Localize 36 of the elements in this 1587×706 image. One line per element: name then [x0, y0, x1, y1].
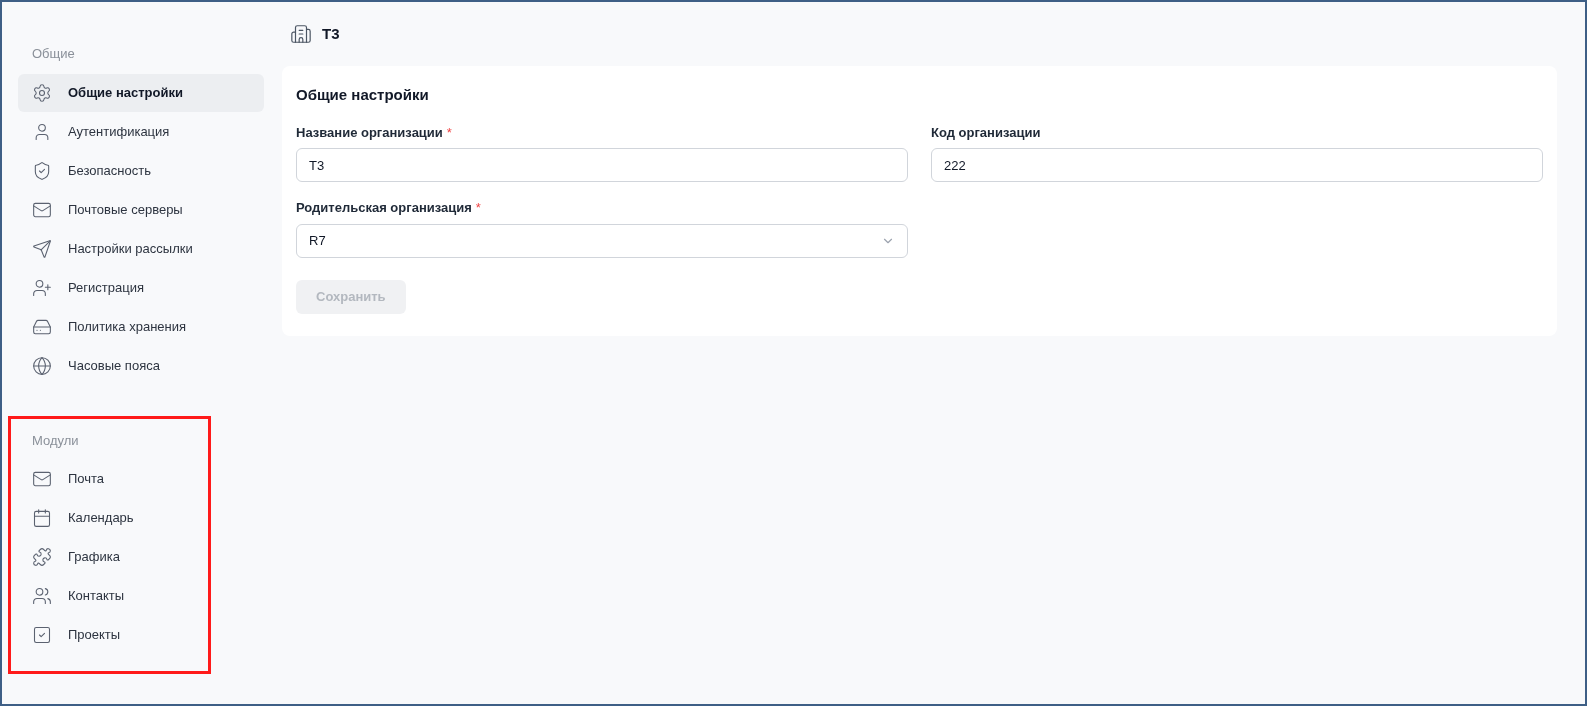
- input-field[interactable]: Т3: [296, 148, 908, 182]
- section-title: Модули: [31, 431, 80, 450]
- sidebar-item[interactable]: Графика: [18, 538, 208, 576]
- calendar-icon: [32, 508, 52, 528]
- checkbox-icon: [32, 625, 52, 645]
- sidebar-item[interactable]: Регистрация: [18, 268, 264, 307]
- building-icon: [290, 23, 312, 45]
- field-label: Название организации: [296, 123, 443, 142]
- users-icon: [32, 586, 52, 606]
- required-asterisk: *: [475, 199, 481, 217]
- select-field[interactable]: R7: [296, 223, 908, 258]
- sidebar-item[interactable]: Настройки рассылки: [18, 229, 264, 268]
- sidebar-item[interactable]: Контакты: [18, 577, 208, 615]
- envelope-icon: [32, 469, 52, 489]
- sidebar-item[interactable]: Политика хранения: [18, 307, 264, 346]
- globe-icon: [32, 355, 52, 376]
- section-title: Общие: [31, 45, 76, 63]
- page-title: Т3: [322, 23, 340, 44]
- shield-icon: [32, 160, 52, 181]
- settings-icon: [32, 82, 52, 103]
- sidebar-item[interactable]: Проекты: [18, 616, 208, 654]
- sidebar-item[interactable]: Безопасность: [18, 151, 264, 190]
- sidebar-item[interactable]: Календарь: [18, 499, 208, 537]
- user-plus-icon: [32, 277, 52, 298]
- required-asterisk: *: [446, 123, 452, 142]
- input-field[interactable]: 222: [931, 148, 1543, 182]
- field-label: Родительская организация: [296, 199, 472, 217]
- paper-plane-icon: [32, 238, 52, 259]
- sidebar-item[interactable]: Часовые пояса: [18, 346, 264, 385]
- field-label: Код организации: [931, 123, 1041, 142]
- puzzle-icon: [32, 547, 52, 567]
- sidebar-item[interactable]: Аутентификация: [18, 112, 264, 151]
- sidebar-item[interactable]: Почтовые серверы: [18, 190, 264, 229]
- card-title: Общие настройки: [296, 85, 430, 105]
- sidebar-item[interactable]: Общие настройки: [18, 73, 264, 112]
- sidebar-item[interactable]: Почта: [18, 460, 208, 498]
